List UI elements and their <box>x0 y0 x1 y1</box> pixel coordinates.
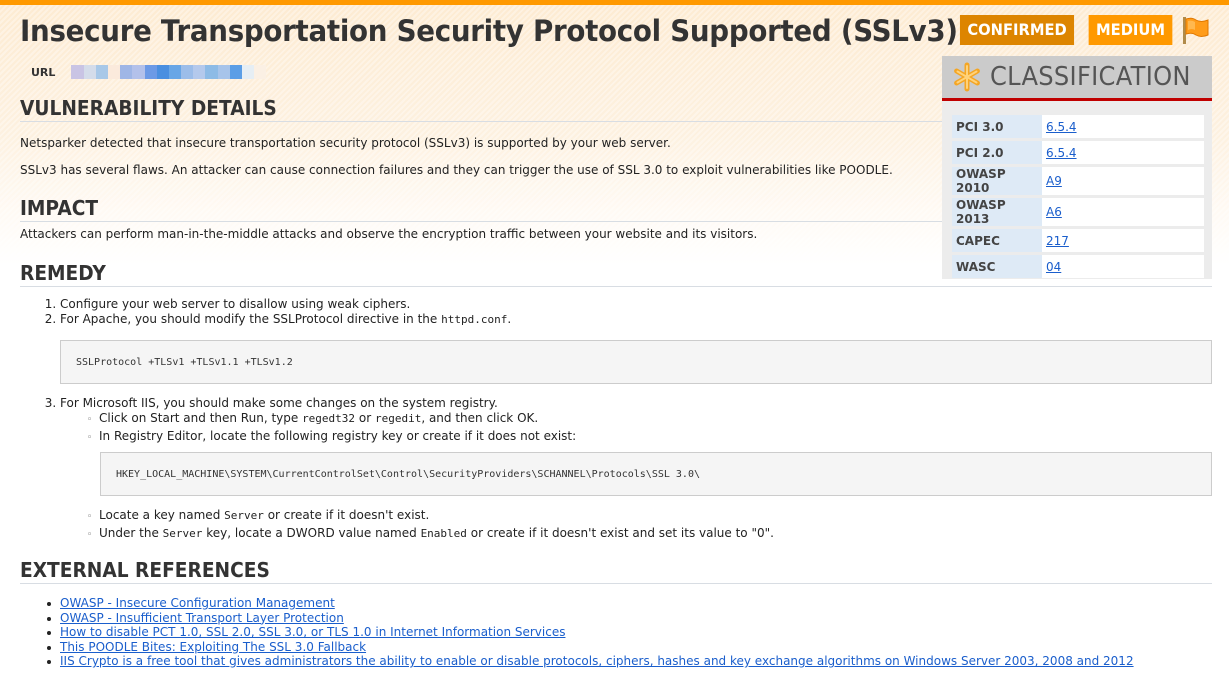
classification-row: OWASP 2013 A6 <box>952 198 1204 226</box>
iis-substep-4: Under the Server key, locate a DWORD val… <box>99 525 774 543</box>
classification-key: OWASP 2010 <box>952 167 1042 195</box>
asterisk-icon <box>954 62 980 92</box>
classification-key: OWASP 2013 <box>952 198 1042 226</box>
classification-panel: CLASSIFICATION PCI 3.0 6.5.4 PCI 2.0 6.5… <box>942 56 1212 279</box>
heading-text: IMPACT <box>20 196 99 220</box>
reference-item: OWASP - Insecure Configuration Managemen… <box>47 596 1134 611</box>
impact-text: Attackers can perform man-in-the-middle … <box>20 227 758 241</box>
iis-substeps: Click on Start and then Run, type regedt… <box>99 410 576 446</box>
external-references-list: OWASP - Insecure Configuration Managemen… <box>20 596 1134 669</box>
iis-substeps-continued: Locate a key named Server or create if i… <box>99 507 774 543</box>
url-label: URL <box>31 65 56 79</box>
step-text: , and then click OK. <box>421 411 539 425</box>
inline-code: Enabled <box>420 527 467 540</box>
iis-substep-2: In Registry Editor, locate the following… <box>99 428 576 446</box>
flag-icon <box>1183 17 1209 44</box>
classification-link[interactable]: 6.5.4 <box>1046 146 1077 160</box>
reference-item: IIS Crypto is a free tool that gives adm… <box>47 654 1134 669</box>
iis-substep-3: Locate a key named Server or create if i… <box>99 507 774 525</box>
reference-link[interactable]: IIS Crypto is a free tool that gives adm… <box>60 654 1134 668</box>
reference-item: How to disable PCT 1.0, SSL 2.0, SSL 3.0… <box>47 625 1134 640</box>
classification-key: CAPEC <box>952 229 1042 252</box>
classification-header: CLASSIFICATION <box>942 56 1212 101</box>
vulnerability-details-heading: VULNERABILITY DETAILS <box>20 96 942 122</box>
remedy-heading: REMEDY <box>20 261 1212 287</box>
step-text: . <box>507 312 512 326</box>
classification-key: PCI 3.0 <box>952 115 1042 138</box>
inline-code: regedt32 <box>302 412 356 425</box>
classification-table: PCI 3.0 6.5.4 PCI 2.0 6.5.4 OWASP 2010 A… <box>952 112 1204 281</box>
step-text: Click on Start and then Run, type <box>99 411 303 425</box>
vulnerability-flaws: SSLv3 has several flaws. An attacker can… <box>20 163 893 177</box>
step-text: or create if it doesn't exist and set it… <box>466 526 774 540</box>
url-row: URL <box>31 65 267 79</box>
reference-link[interactable]: This POODLE Bites: Exploiting The SSL 3.… <box>60 640 366 654</box>
status-badges: CONFIRMED MEDIUM <box>949 15 1210 45</box>
step-text: Locate a key named <box>99 508 225 522</box>
classification-title: CLASSIFICATION <box>990 62 1191 92</box>
classification-link[interactable]: 6.5.4 <box>1046 120 1077 134</box>
classification-link[interactable]: A9 <box>1046 174 1062 188</box>
classification-row: CAPEC 217 <box>952 229 1204 252</box>
step-text: key, locate a DWORD value named <box>202 526 421 540</box>
reference-link[interactable]: How to disable PCT 1.0, SSL 2.0, SSL 3.0… <box>60 625 565 639</box>
iis-substep-1: Click on Start and then Run, type regedt… <box>99 410 576 428</box>
remedy-step-1: Configure your web server to disallow us… <box>60 297 1212 312</box>
step-text: For Apache, you should modify the SSLPro… <box>60 312 442 326</box>
impact-heading: IMPACT <box>20 196 942 222</box>
inline-code: httpd.conf <box>441 313 508 326</box>
classification-row: PCI 2.0 6.5.4 <box>952 141 1204 164</box>
external-references-heading: EXTERNAL REFERENCES <box>20 558 1212 584</box>
reference-link[interactable]: OWASP - Insecure Configuration Managemen… <box>60 596 335 610</box>
inline-code: Server <box>224 509 264 522</box>
apache-code-block: SSLProtocol +TLSv1 +TLSv1.1 +TLSv1.2 <box>60 340 1212 384</box>
heading-text: VULNERABILITY DETAILS <box>20 96 277 120</box>
page-title: Insecure Transportation Security Protoco… <box>20 14 958 48</box>
heading-text: EXTERNAL REFERENCES <box>20 558 270 582</box>
classification-link[interactable]: A6 <box>1046 205 1062 219</box>
classification-link[interactable]: 217 <box>1046 234 1069 248</box>
inline-code: regedit <box>374 412 422 425</box>
severity-badge: MEDIUM <box>1088 15 1173 45</box>
url-value-redacted[interactable] <box>71 65 267 79</box>
reference-item: OWASP - Insufficient Transport Layer Pro… <box>47 611 1134 626</box>
registry-key-code-block: HKEY_LOCAL_MACHINE\SYSTEM\CurrentControl… <box>100 452 1212 496</box>
reference-item: This POODLE Bites: Exploiting The SSL 3.… <box>47 640 1134 655</box>
classification-key: PCI 2.0 <box>952 141 1042 164</box>
reference-link[interactable]: OWASP - Insufficient Transport Layer Pro… <box>60 611 344 625</box>
step-text: or <box>355 411 375 425</box>
heading-text: REMEDY <box>20 261 106 285</box>
classification-row: OWASP 2010 A9 <box>952 167 1204 195</box>
remedy-step-2: For Apache, you should modify the SSLPro… <box>60 312 1212 327</box>
remedy-steps-continued: For Microsoft IIS, you should make some … <box>20 396 1212 411</box>
remedy-steps: Configure your web server to disallow us… <box>20 297 1212 327</box>
classification-row: PCI 3.0 6.5.4 <box>952 115 1204 138</box>
remedy-step-3: For Microsoft IIS, you should make some … <box>60 396 1212 411</box>
step-text: Under the <box>99 526 163 540</box>
vulnerability-description: Netsparker detected that insecure transp… <box>20 136 671 150</box>
inline-code: Server <box>162 527 203 540</box>
confirmed-badge: CONFIRMED <box>959 15 1075 45</box>
step-text: or create if it doesn't exist. <box>263 508 430 522</box>
